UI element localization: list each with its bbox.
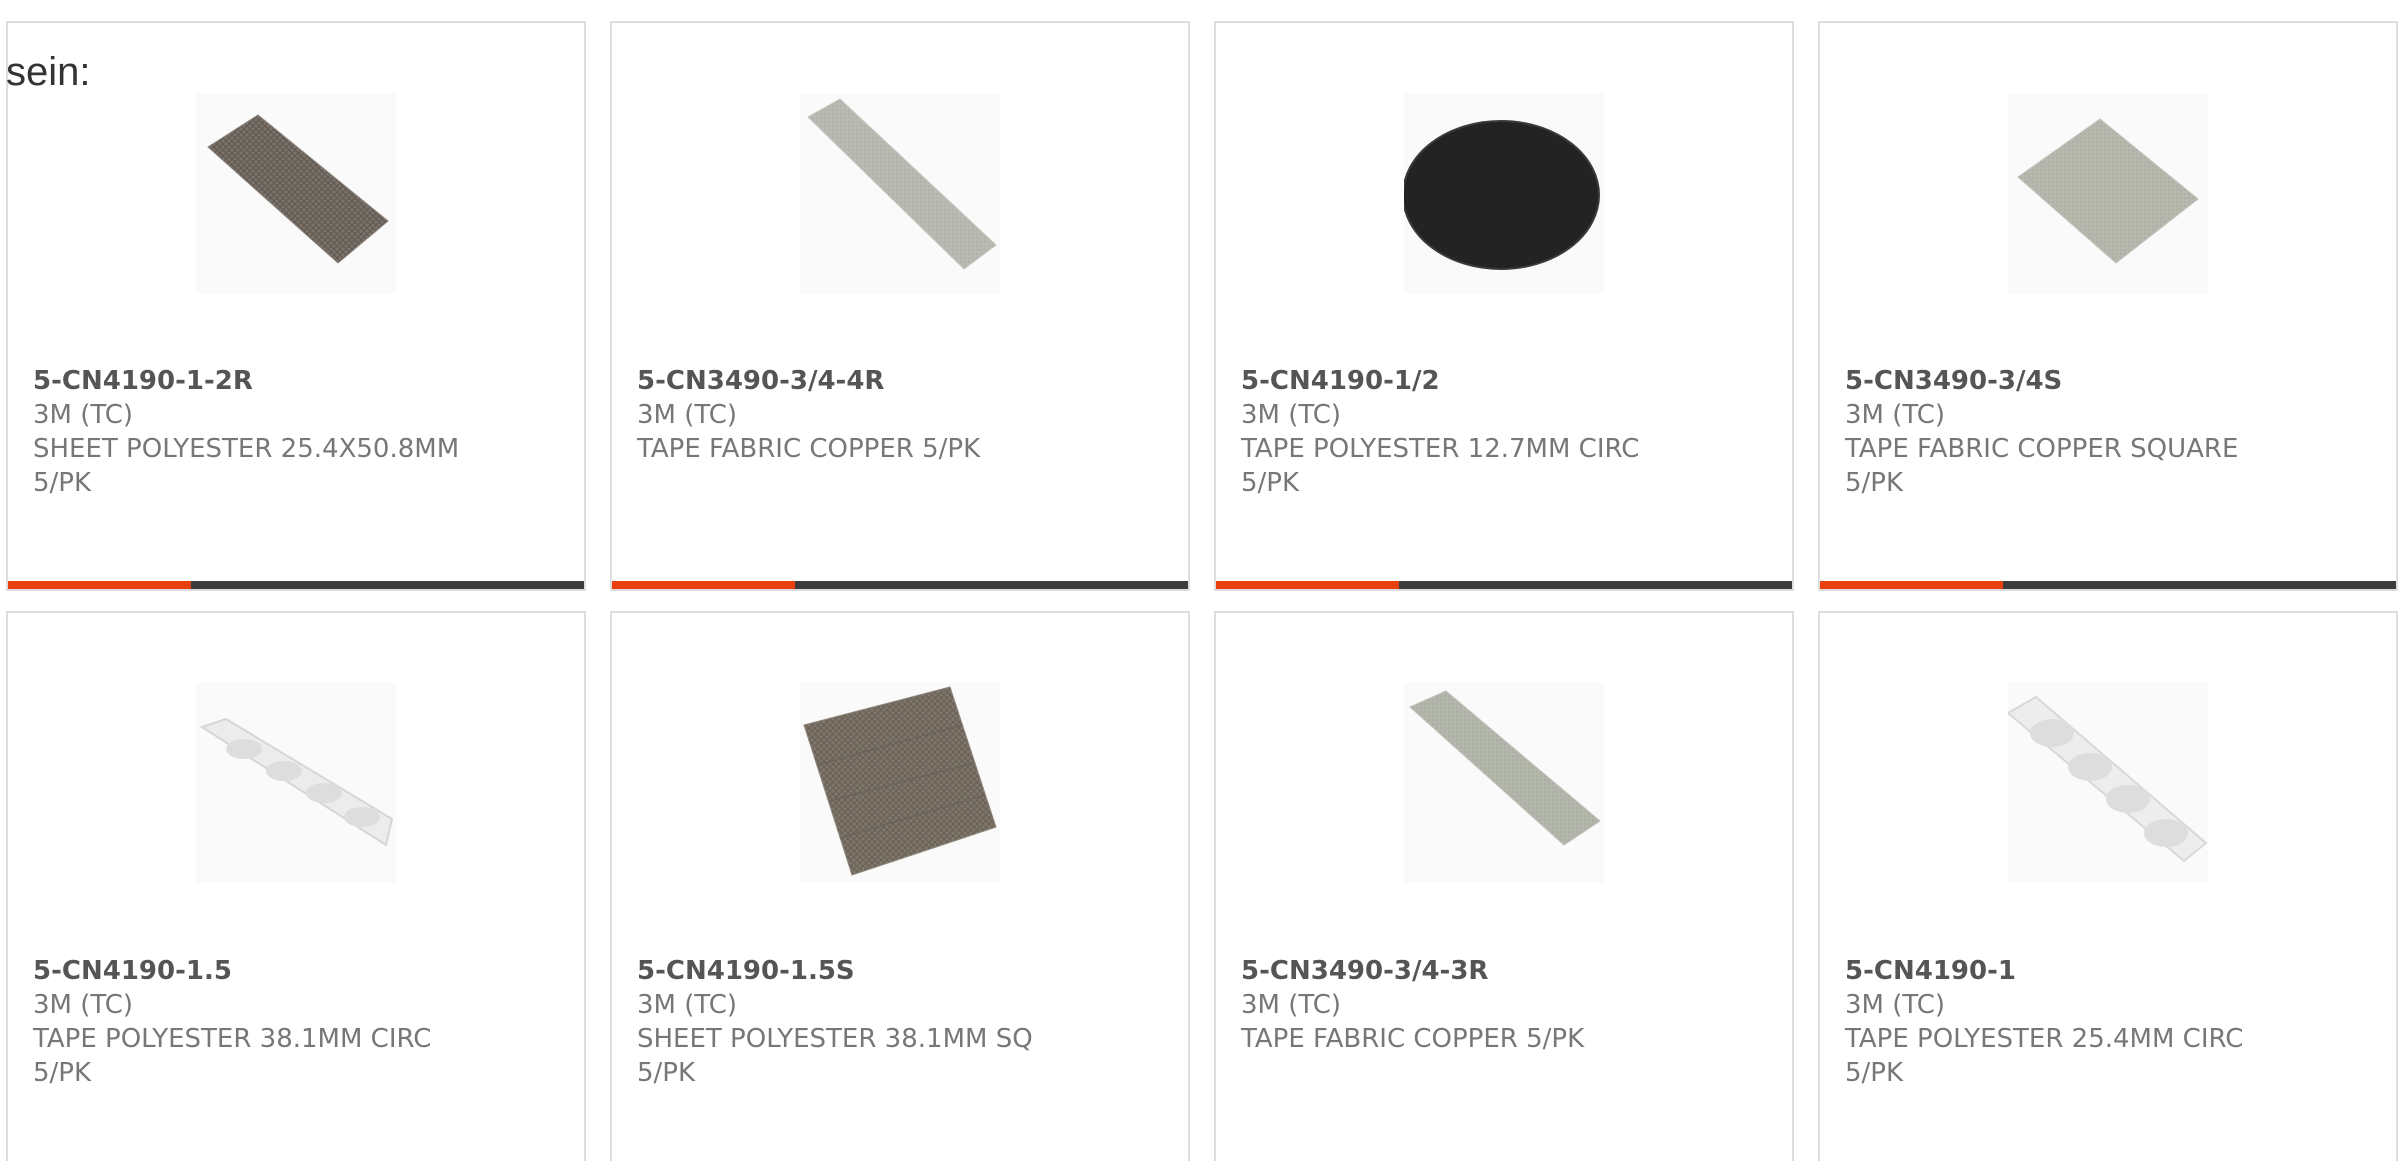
product-image[interactable] <box>1404 93 1604 293</box>
description: TAPE FABRIC COPPER SQUARE <box>1845 434 2239 464</box>
brand: 3M (TC) <box>1241 990 1342 1020</box>
description: TAPE POLYESTER 25.4MM CIRC <box>1845 1024 2244 1054</box>
brand: 3M (TC) <box>637 990 738 1020</box>
card-accent-bar <box>612 581 795 589</box>
part-number[interactable]: 5-CN4190-1/2 <box>1241 364 1772 398</box>
product-image[interactable] <box>800 93 1000 293</box>
intro-text: sein: <box>6 50 91 94</box>
card-bottom-bar <box>1820 581 2396 589</box>
part-number[interactable]: 5-CN4190-1 <box>1845 954 2376 988</box>
card-accent-bar <box>8 581 191 589</box>
description: TAPE POLYESTER 38.1MM CIRC <box>33 1024 432 1054</box>
package: 5/PK <box>1241 468 1300 498</box>
part-number[interactable]: 5-CN4190-1-2R <box>33 364 564 398</box>
part-number[interactable]: 5-CN3490-3/4-4R <box>637 364 1168 398</box>
package: 5/PK <box>33 468 92 498</box>
product-image[interactable] <box>1404 683 1604 883</box>
product-card[interactable]: 5-CN4190-1.5S 3M (TC) SHEET POLYESTER 38… <box>610 611 1190 1161</box>
card-bottom-bar <box>8 581 584 589</box>
product-card[interactable]: 5-CN4190-1 3M (TC) TAPE POLYESTER 25.4MM… <box>1818 611 2398 1161</box>
product-image[interactable] <box>196 683 396 883</box>
part-number[interactable]: 5-CN3490-3/4-3R <box>1241 954 1772 988</box>
product-card[interactable]: 5-CN4190-1/2 3M (TC) TAPE POLYESTER 12.7… <box>1214 21 1794 591</box>
brand: 3M (TC) <box>1845 400 1946 430</box>
product-image[interactable] <box>2008 93 2208 293</box>
product-grid-page: sein: 5-CN4190-1-2R 3M (TC) SHEET POLYES… <box>0 0 2400 1161</box>
product-card[interactable]: 5-CN3490-3/4S 3M (TC) TAPE FABRIC COPPER… <box>1818 21 2398 591</box>
card-bottom-bar <box>1216 581 1792 589</box>
brand: 3M (TC) <box>33 990 134 1020</box>
product-image[interactable] <box>196 93 396 293</box>
product-card[interactable]: 5-CN4190-1.5 3M (TC) TAPE POLYESTER 38.1… <box>6 611 586 1161</box>
brand: 3M (TC) <box>1845 990 1946 1020</box>
description: TAPE POLYESTER 12.7MM CIRC <box>1241 434 1640 464</box>
card-bottom-bar <box>612 581 1188 589</box>
product-image[interactable] <box>2008 683 2208 883</box>
package: 5/PK <box>637 1058 696 1088</box>
brand: 3M (TC) <box>33 400 134 430</box>
product-card[interactable]: 5-CN3490-3/4-3R 3M (TC) TAPE FABRIC COPP… <box>1214 611 1794 1161</box>
description: SHEET POLYESTER 38.1MM SQ <box>637 1024 1033 1054</box>
package: 5/PK <box>33 1058 92 1088</box>
description: TAPE FABRIC COPPER 5/PK <box>637 434 981 464</box>
product-card[interactable]: 5-CN3490-3/4-4R 3M (TC) TAPE FABRIC COPP… <box>610 21 1190 591</box>
package: 5/PK <box>1845 1058 1904 1088</box>
part-number[interactable]: 5-CN3490-3/4S <box>1845 364 2376 398</box>
card-accent-bar <box>1820 581 2003 589</box>
product-image[interactable] <box>800 683 1000 883</box>
brand: 3M (TC) <box>637 400 738 430</box>
package: 5/PK <box>1845 468 1904 498</box>
description: SHEET POLYESTER 25.4X50.8MM <box>33 434 460 464</box>
part-number[interactable]: 5-CN4190-1.5S <box>637 954 1168 988</box>
part-number[interactable]: 5-CN4190-1.5 <box>33 954 564 988</box>
brand: 3M (TC) <box>1241 400 1342 430</box>
card-accent-bar <box>1216 581 1399 589</box>
product-card[interactable]: 5-CN4190-1-2R 3M (TC) SHEET POLYESTER 25… <box>6 21 586 591</box>
description: TAPE FABRIC COPPER 5/PK <box>1241 1024 1585 1054</box>
